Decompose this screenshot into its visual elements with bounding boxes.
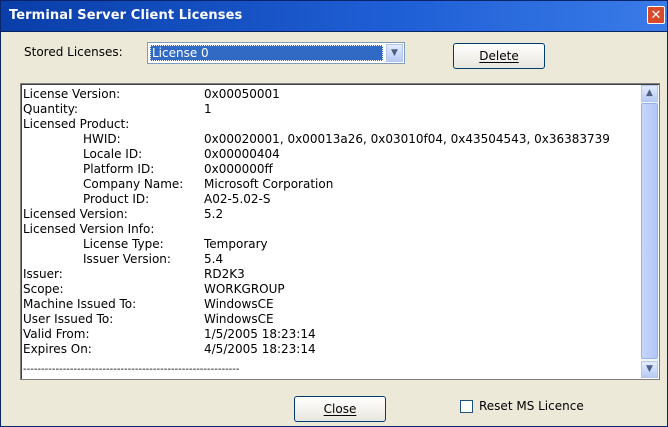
close-button[interactable]: Close [294,396,386,422]
detail-row: Licensed Product: [23,117,635,132]
window-title: Terminal Server Client Licenses [9,8,243,23]
reset-ms-licence-checkbox[interactable] [460,400,473,413]
detail-value: 0x000000ff [204,162,273,176]
detail-key: Locale ID: [83,147,143,161]
detail-value: 0x00050001 [204,87,280,101]
close-button-label: Close [323,402,357,416]
detail-row: Expires On: 4/5/2005 18:23:14 [23,342,635,357]
detail-value: Microsoft Corporation [204,177,334,191]
detail-value: 0x00000404 [204,147,280,161]
detail-key: Expires On: [23,342,92,356]
detail-key: Company Name: [83,177,184,191]
detail-row: Machine Issued To: WindowsCE [23,297,635,312]
detail-value: WindowsCE [204,312,274,326]
detail-value: 5.4 [204,252,224,266]
detail-key: Platform ID: [83,162,155,176]
detail-key: Scope: [23,282,64,296]
detail-row: Valid From: 1/5/2005 18:23:14 [23,327,635,342]
scroll-down-icon[interactable]: ▼ [641,361,658,378]
detail-row: Company Name: Microsoft Corporation [23,177,635,192]
title-bar[interactable]: Terminal Server Client Licenses ✕ [1,1,667,32]
detail-key: HWID: [83,132,121,146]
detail-key: User Issued To: [23,312,114,326]
detail-value: WORKGROUP [204,282,285,296]
detail-row: Scope: WORKGROUP [23,282,635,297]
detail-row: Quantity: 1 [23,102,635,117]
detail-value: A02-5.02-S [204,192,271,206]
detail-key: License Type: [83,237,164,251]
detail-value: 0x00020001, 0x00013a26, 0x03010f04, 0x43… [204,132,610,146]
detail-value: WindowsCE [204,297,274,311]
detail-value: RD2K3 [204,267,245,281]
detail-row: Issuer Version: 5.4 [23,252,635,267]
detail-row: Licensed Version: 5.2 [23,207,635,222]
detail-row: Issuer: RD2K3 [23,267,635,282]
detail-value: Temporary [204,237,268,251]
license-select[interactable]: License 0 ▼ [147,42,405,64]
delete-button[interactable]: Delete [453,43,545,69]
detail-key: License Version: [23,87,121,101]
detail-value: 5.2 [204,207,224,221]
detail-key: Licensed Product: [23,117,130,131]
detail-key: Product ID: [83,192,150,206]
detail-row: Platform ID: 0x000000ff [23,162,635,177]
detail-row: HWID: 0x00020001, 0x00013a26, 0x03010f04,… [23,132,635,147]
detail-row: Licensed Version Info: [23,222,635,237]
detail-row: License Version: 0x00050001 [23,87,635,102]
detail-key: Quantity: [23,102,79,116]
detail-key: Valid From: [23,327,90,341]
detail-key: Licensed Version: [23,207,128,221]
license-select-value: License 0 [150,45,383,61]
separator-line: ----------------------------------------… [23,364,240,375]
stored-licenses-label: Stored Licenses: [24,45,123,59]
stored-licenses-label-text: Stored Licenses: [24,45,123,59]
scroll-up-icon[interactable]: ▲ [641,85,658,102]
license-dialog: Terminal Server Client Licenses ✕ Stored… [0,0,668,427]
detail-value: 1 [204,102,212,116]
reset-ms-licence-label[interactable]: Reset MS Licence [479,399,584,413]
detail-value: 1/5/2005 18:23:14 [204,327,316,341]
detail-row: Locale ID: 0x00000404 [23,147,635,162]
license-details-list[interactable]: License Version: 0x00050001 Quantity: 1 Lice… [20,83,660,380]
detail-row: Product ID: A02-5.02-S [23,192,635,207]
scroll-thumb[interactable] [641,103,658,359]
chevron-down-icon[interactable]: ▼ [386,44,403,62]
detail-key: Issuer Version: [83,252,171,266]
detail-key: Issuer: [23,267,63,281]
close-icon[interactable]: ✕ [647,6,665,24]
detail-row: User Issued To: WindowsCE [23,312,635,327]
detail-value: 4/5/2005 18:23:14 [204,342,316,356]
detail-key: Machine Issued To: [23,297,137,311]
license-details-rows: License Version: 0x00050001 Quantity: 1 Lice… [23,87,635,357]
delete-button-label: Delete [479,49,519,63]
detail-key: Licensed Version Info: [23,222,155,236]
vertical-scrollbar[interactable]: ▲ ▼ [641,85,658,378]
detail-row: License Type: Temporary [23,237,635,252]
